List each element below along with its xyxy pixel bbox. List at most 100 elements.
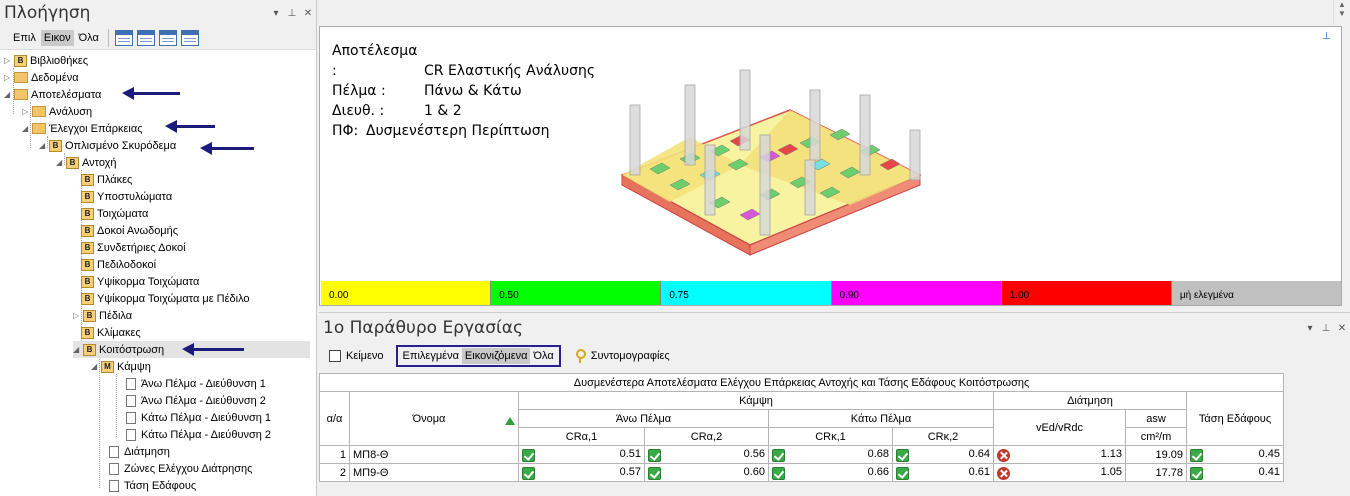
library-icon: B bbox=[14, 54, 27, 67]
tree-item-top-dir-1[interactable]: Άνω Πέλμα - Διεύθυνση 1 bbox=[126, 375, 266, 392]
footing-icon: B bbox=[83, 309, 96, 322]
cell-crk2: 0.64 bbox=[892, 445, 994, 464]
tree-item-label: Συνδετήριες Δοκοί bbox=[97, 241, 186, 254]
tree-item-label: Δοκοί Ανωδομής bbox=[97, 224, 179, 237]
model-viewport[interactable]: Αποτέλεσμα : CR Ελαστικής Ανάλυσης Πέλμα … bbox=[319, 26, 1342, 306]
cell-ved: 1.13 bbox=[993, 445, 1126, 464]
collapse-icon[interactable]: ◢ bbox=[22, 124, 32, 133]
scroll-down-icon[interactable]: ▼ bbox=[1334, 9, 1350, 18]
viewport-scrollbar[interactable] bbox=[1342, 26, 1350, 306]
tab-selected[interactable]: Επιλ bbox=[10, 30, 39, 46]
top-scrollbar[interactable]: ▲ ▼ bbox=[1333, 0, 1350, 25]
table-view-icon[interactable] bbox=[114, 29, 133, 46]
tree-item-analysis[interactable]: ▷ Ανάλυση bbox=[22, 103, 92, 120]
folder-icon bbox=[14, 72, 28, 83]
header-name[interactable]: Όνομα bbox=[349, 391, 519, 446]
check-ok-icon bbox=[1190, 448, 1203, 462]
tree-item-shear[interactable]: Διάτμηση bbox=[109, 443, 170, 460]
tree-item-label: Πέδιλα bbox=[99, 309, 133, 322]
info-value: Πάνω & Κάτω bbox=[424, 83, 522, 99]
cell-cra1: 0.51 bbox=[518, 445, 645, 464]
table-caption: Δυσμενέστερα Αποτελέσματα Ελέγχου Επάρκε… bbox=[318, 373, 1285, 392]
tree-item-stairs[interactable]: B Κλίμακες bbox=[81, 324, 141, 341]
table-edit-icon[interactable] bbox=[136, 29, 155, 46]
info-label: Πέλμα : bbox=[332, 83, 386, 99]
scroll-up-icon[interactable]: ▲ bbox=[1334, 0, 1350, 9]
annotation-arrow bbox=[122, 87, 180, 100]
collapse-icon[interactable]: ◢ bbox=[56, 158, 66, 167]
info-label: Αποτέλεσμα : bbox=[332, 43, 418, 79]
tree-item-strength[interactable]: ◢ B Αντοχή bbox=[56, 154, 117, 171]
tree-item-data[interactable]: ▷ Δεδομένα bbox=[4, 69, 79, 86]
expand-icon[interactable]: ▷ bbox=[73, 311, 83, 320]
collapse-icon[interactable]: ◢ bbox=[39, 141, 49, 150]
tree-item-punching-zones[interactable]: Ζώνες Ελέγχου Διάτρησης bbox=[109, 460, 252, 477]
scale-cell: 0.75 bbox=[661, 281, 832, 305]
tree-item-adequacy-checks[interactable]: ◢ Έλεγχοι Επάρκειας bbox=[22, 120, 143, 137]
color-scale-legend: 0.00 0.50 0.75 0.90 1.00 μή ελεγμένα bbox=[321, 281, 1342, 305]
tree-item-label: Πεδιλοδοκοί bbox=[97, 258, 157, 271]
collapse-icon[interactable]: ◢ bbox=[73, 345, 83, 354]
tree-item-bottom-dir-2[interactable]: Κάτω Πέλμα - Διεύθυνση 2 bbox=[126, 426, 271, 443]
filter-displayed[interactable]: Εικονιζόμενα bbox=[461, 348, 531, 364]
table-row[interactable]: 1 ΜΠ8-Θ 0.51 0.56 0.68 0.64 1.13 19.09 0… bbox=[319, 445, 1285, 464]
info-line-face: Πέλμα : Πάνω & Κάτω bbox=[332, 81, 595, 101]
tree-item-label: Πλάκες bbox=[97, 173, 133, 186]
check-ok-icon bbox=[648, 448, 661, 462]
folder-icon bbox=[32, 106, 46, 117]
tree-item-deep-walls-footing[interactable]: B Υψίκορμα Τοιχώματα με Πέδιλο bbox=[81, 290, 250, 307]
close-icon[interactable]: ✕ bbox=[300, 8, 316, 19]
tab-all[interactable]: Όλα bbox=[76, 30, 102, 46]
collapse-icon[interactable]: ◢ bbox=[91, 362, 101, 371]
tree-item-libraries[interactable]: ▷ B Βιβλιοθήκες bbox=[4, 52, 88, 69]
tree-item-tie-beams[interactable]: B Συνδετήριες Δοκοί bbox=[81, 239, 186, 256]
cell-soil: 0.41 bbox=[1185, 463, 1285, 482]
tree-item-label: Δεδομένα bbox=[31, 71, 79, 84]
pin-icon[interactable]: ⊥ bbox=[1318, 323, 1334, 334]
tree-item-bending[interactable]: ◢ M Κάμψη bbox=[91, 358, 151, 375]
scale-cell: 0.00 bbox=[321, 281, 492, 305]
panel-menu-chevron-icon[interactable]: ▾ bbox=[1302, 323, 1318, 334]
scale-cell: 0.50 bbox=[491, 281, 662, 305]
work-toolbar: Κείμενο Επιλεγμένα Εικονιζόμενα Όλα Συντ… bbox=[319, 343, 1350, 369]
table-settings-icon[interactable] bbox=[180, 29, 199, 46]
annotation-arrow bbox=[200, 142, 254, 155]
filter-all[interactable]: Όλα bbox=[530, 348, 556, 364]
tree-item-label: Τάση Εδάφους bbox=[124, 479, 197, 492]
sort-ascending-icon[interactable] bbox=[505, 416, 515, 425]
cell-aa: 1 bbox=[319, 445, 350, 464]
tree-item-results[interactable]: ◢ Αποτελέσματα bbox=[4, 86, 101, 103]
filter-selected[interactable]: Επιλεγμένα bbox=[400, 348, 462, 364]
table-row[interactable]: 2 ΜΠ9-Θ 0.57 0.60 0.66 0.61 1.05 17.78 0… bbox=[319, 463, 1285, 482]
info-label: Διευθ. : bbox=[332, 103, 385, 119]
toolbar-divider bbox=[107, 28, 109, 47]
tab-displayed[interactable]: Εικον bbox=[40, 29, 74, 46]
expand-icon[interactable]: ▷ bbox=[4, 73, 14, 82]
tree-item-slabs[interactable]: B Πλάκες bbox=[81, 171, 132, 188]
tree-item-walls[interactable]: B Τοιχώματα bbox=[81, 205, 148, 222]
tree-item-footings[interactable]: ▷ B Πέδιλα bbox=[73, 307, 132, 324]
tree-item-top-dir-2[interactable]: Άνω Πέλμα - Διεύθυνση 2 bbox=[126, 392, 266, 409]
raft-model-render[interactable] bbox=[610, 65, 970, 285]
collapse-icon[interactable]: ◢ bbox=[4, 90, 14, 99]
check-ok-icon bbox=[772, 448, 785, 462]
results-table: Δυσμενέστερα Αποτελέσματα Ελέγχου Επάρκε… bbox=[318, 373, 1285, 482]
tree-item-strip-footings[interactable]: B Πεδιλοδοκοί bbox=[81, 256, 156, 273]
tree-item-bottom-dir-1[interactable]: Κάτω Πέλμα - Διεύθυνση 1 bbox=[126, 409, 271, 426]
table-export-icon[interactable] bbox=[158, 29, 177, 46]
header-name-label: Όνομα bbox=[412, 412, 446, 425]
tree-item-reinforced-concrete[interactable]: ◢ B Οπλισμένο Σκυρόδεμα bbox=[39, 137, 176, 154]
tree-item-superstructure-beams[interactable]: B Δοκοί Ανωδομής bbox=[81, 222, 178, 239]
expand-icon[interactable]: ▷ bbox=[4, 56, 14, 65]
cell-value: 0.68 bbox=[867, 447, 889, 460]
header-cra2: CRα,2 bbox=[644, 427, 769, 446]
tree-item-soil-stress[interactable]: Τάση Εδάφους bbox=[109, 477, 196, 494]
expand-icon[interactable]: ▷ bbox=[22, 107, 32, 116]
shortcuts-button[interactable]: Συντομογραφίες bbox=[575, 349, 670, 363]
tree-item-columns[interactable]: B Υποστυλώματα bbox=[81, 188, 172, 205]
text-button[interactable]: Κείμενο bbox=[329, 350, 384, 362]
close-icon[interactable]: ✕ bbox=[1334, 323, 1350, 334]
pin-icon[interactable]: ⊥ bbox=[284, 8, 300, 19]
tree-item-deep-walls[interactable]: B Υψίκορμα Τοιχώματα bbox=[81, 273, 199, 290]
panel-menu-chevron-icon[interactable]: ▾ bbox=[268, 8, 284, 19]
